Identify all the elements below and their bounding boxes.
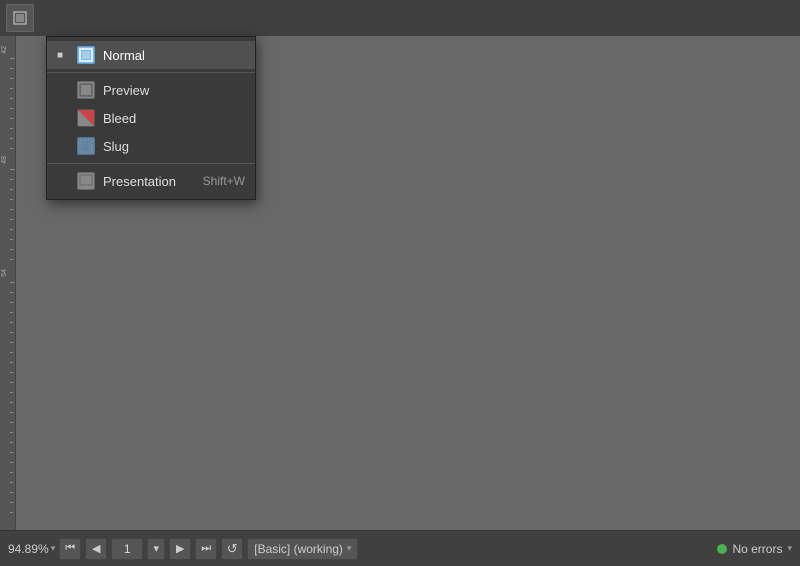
ruler-left: 42 48 54 (0, 36, 16, 530)
presentation-label: Presentation (103, 174, 195, 189)
slug-label: Slug (103, 139, 245, 154)
page-input[interactable] (111, 538, 143, 560)
next-page-button[interactable]: ▶ (169, 538, 191, 560)
ruler-mark-54: 54 (1, 269, 8, 277)
last-page-button[interactable]: ⏭ (195, 538, 217, 560)
check-icon: ■ (57, 50, 69, 61)
errors-label: No errors (732, 542, 782, 556)
top-bar (0, 0, 800, 36)
page-chevron-btn[interactable]: ▾ (147, 538, 165, 560)
first-page-button[interactable]: ⏮ (59, 538, 81, 560)
rotate-view-button[interactable]: ↺ (221, 538, 243, 560)
zoom-control[interactable]: 94.89% ▾ (8, 542, 55, 556)
menu-item-slug[interactable]: Slug (47, 132, 255, 160)
prev-page-button[interactable]: ◀ (85, 538, 107, 560)
menu-separator-1 (47, 72, 255, 73)
preview-label: Preview (103, 83, 245, 98)
zoom-chevron: ▾ (51, 543, 56, 554)
presentation-icon (77, 172, 95, 190)
profile-chevron: ▾ (347, 543, 352, 554)
page-chevron-icon: ▾ (153, 542, 159, 555)
preview-icon (77, 81, 95, 99)
normal-icon (77, 46, 95, 64)
no-errors-indicator (717, 544, 727, 554)
status-bar: 94.89% ▾ ⏮ ◀ ▾ ▶ ⏭ ↺ [Basic] (working) ▾… (0, 530, 800, 566)
profile-label: [Basic] (working) (254, 542, 343, 556)
ruler-mark-42: 42 (1, 46, 8, 54)
zoom-value: 94.89% (8, 542, 49, 556)
errors-chevron: ▾ (787, 543, 792, 554)
profile-select[interactable]: [Basic] (working) ▾ (247, 538, 358, 560)
presentation-shortcut: Shift+W (203, 174, 245, 188)
menu-item-preview[interactable]: Preview (47, 76, 255, 104)
menu-item-bleed[interactable]: Bleed (47, 104, 255, 132)
menu-item-presentation[interactable]: Presentation Shift+W (47, 167, 255, 195)
ruler-mark-48: 48 (1, 156, 8, 164)
menu-separator-2 (47, 163, 255, 164)
bleed-icon (77, 109, 95, 127)
screen-mode-button[interactable] (6, 4, 34, 32)
errors-section[interactable]: No errors ▾ (717, 542, 792, 556)
screen-mode-dropdown: ■ Normal Preview Bleed (46, 36, 256, 200)
normal-label: Normal (103, 48, 245, 63)
menu-item-normal[interactable]: ■ Normal (47, 41, 255, 69)
slug-icon (77, 137, 95, 155)
bleed-label: Bleed (103, 111, 245, 126)
